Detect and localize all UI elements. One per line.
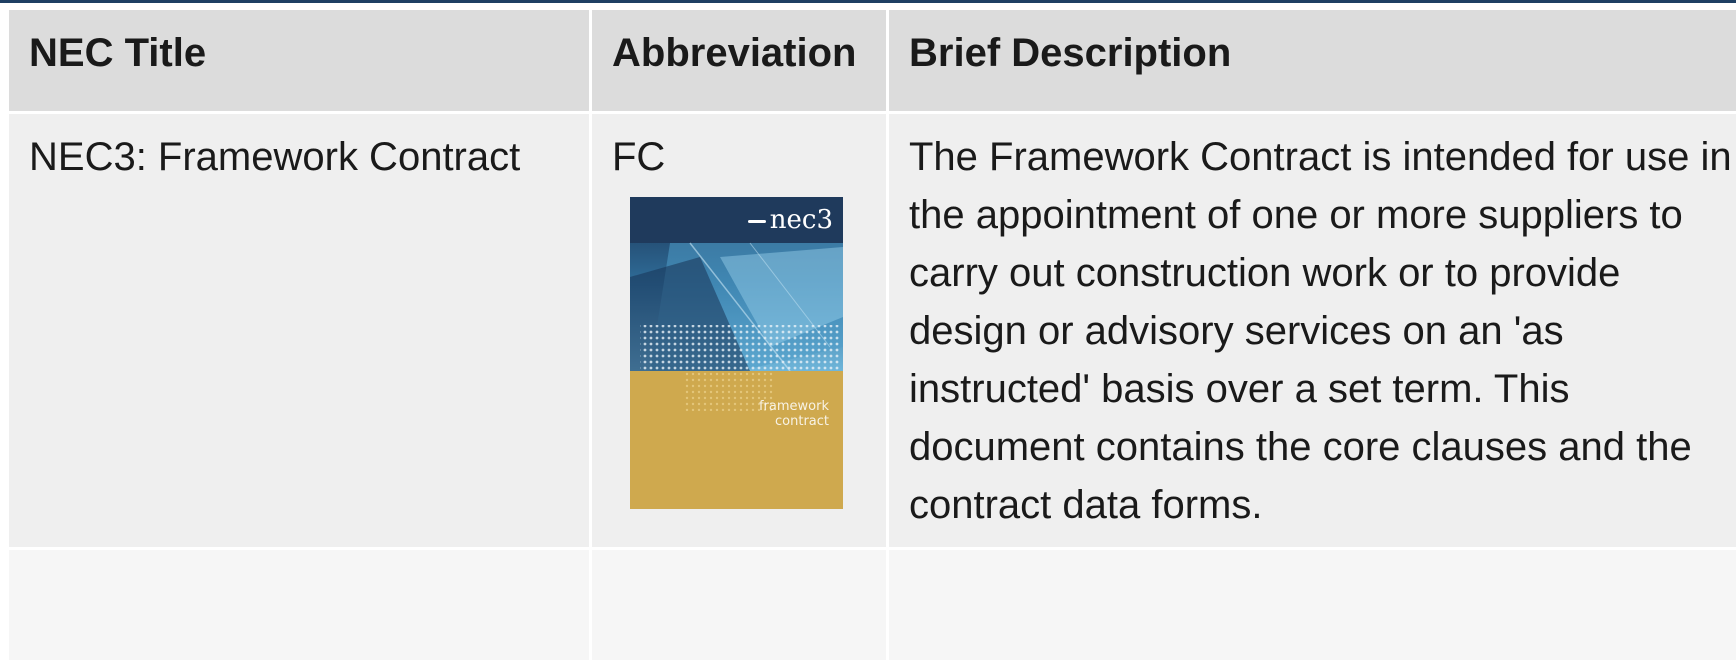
column-header-nec-title: NEC Title (9, 10, 589, 111)
cover-label: framework contract (758, 399, 829, 429)
column-header-brief-description: Brief Description (889, 10, 1736, 111)
table-cell-title: NEC3: Framework Contract (9, 114, 589, 547)
empty-cell (592, 550, 886, 660)
cover-artwork (630, 197, 843, 509)
empty-cell (889, 550, 1736, 660)
column-header-abbreviation: Abbreviation (592, 10, 886, 111)
nec3-framework-contract-cover-image: nec3 framework contract (630, 197, 843, 509)
nec3-logo: nec3 (747, 205, 833, 235)
table-cell-description: The Framework Contract is intended for u… (889, 114, 1736, 547)
top-rule (0, 0, 1736, 3)
empty-cell (9, 550, 589, 660)
nec-contracts-table: NEC Title Abbreviation Brief Description… (9, 10, 1736, 660)
